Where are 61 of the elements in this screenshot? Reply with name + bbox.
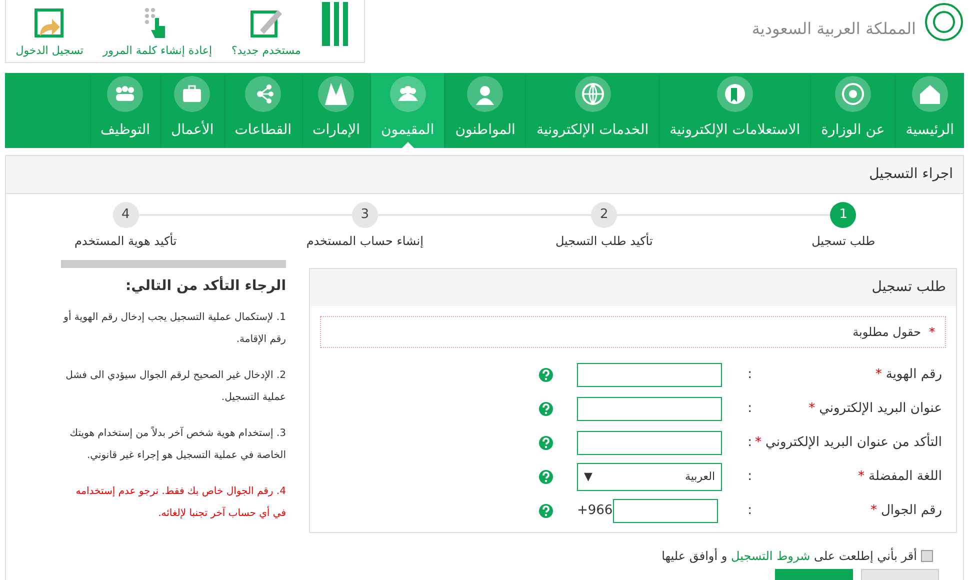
required-mark: * [754, 435, 762, 450]
input-field[interactable] [577, 397, 722, 421]
step-number: 4 [112, 202, 139, 228]
notes-title: الرجاء التأكد من التالي: [124, 276, 286, 296]
nav-item[interactable]: المواطنون [444, 73, 526, 148]
checkbox[interactable] [921, 550, 933, 562]
required-mark: * [870, 503, 877, 518]
field-label: التأكد من عنوان البريد الإلكتروني [765, 435, 942, 450]
form-title: طلب تسجيل [310, 269, 956, 306]
terms-link[interactable]: شروط التسجيل [730, 549, 810, 563]
note-text: 3. إستخدام هوية شخص آخر بدلاً من إستخدام هويتك الخاصة في عملية التسجيل هو إجراء غير قانوني. [68, 425, 286, 463]
panel-title: اجراء التسجيل [6, 156, 963, 194]
required-note: حقول مطلوبة [852, 325, 921, 339]
quick-link[interactable]: إعادة إنشاء كلمة المرور [102, 0, 212, 60]
colon: : [748, 503, 752, 518]
logo-subtitle: المملكة العربية السعودية [752, 18, 916, 40]
required-mark: * [929, 325, 935, 339]
phone-field[interactable] [612, 499, 718, 523]
quick-link[interactable]: تسجيل الدخول [16, 0, 84, 60]
quick-link[interactable]: مستخدم جديد؟ [231, 0, 301, 60]
language-select[interactable]: العربية ▼ [577, 463, 722, 491]
step-number: 1 [830, 202, 856, 228]
input-field[interactable] [577, 363, 722, 387]
field-label: عنوان البريد الإلكتروني [819, 401, 942, 416]
nav-item[interactable]: الرئيسية [894, 73, 964, 148]
nav-item[interactable]: القطاعات [224, 73, 302, 148]
help-icon[interactable] [539, 368, 553, 382]
colon: : [748, 435, 752, 450]
help-icon[interactable] [539, 470, 553, 484]
nav-item[interactable]: الأعمال [160, 73, 224, 148]
country-code: +966 [577, 502, 613, 520]
note-text: 1. لإستكمال عملية التسجيل يجب إدخال رقم الهوية أو رقم الإقامة. [62, 309, 286, 347]
help-icon[interactable] [539, 402, 553, 416]
step-label: تأكيد هوية المستخدم [74, 232, 177, 250]
step-number: 2 [591, 202, 618, 228]
colon: : [748, 401, 752, 416]
help-icon[interactable] [539, 504, 553, 518]
nav-item[interactable]: المقيمون [370, 73, 444, 148]
note-text: 4. رقم الجوال خاص بك فقط. نرجو عدم إستخدامه في أي حساب آخر تجنبا لإلغائه. [74, 485, 286, 521]
step-label: إنشاء حساب المستخدم [306, 233, 424, 250]
required-mark: * [808, 401, 816, 416]
field-label: رقم الهوية [886, 367, 942, 382]
nav-item[interactable]: الإمارات [302, 73, 370, 148]
nav-item[interactable]: الاستعلامات الإلكترونية [658, 73, 810, 148]
step-label: تأكيد طلب التسجيل [555, 232, 653, 250]
field-label: اللغة المفضلة [868, 469, 942, 484]
required-mark: * [875, 367, 882, 382]
step-number: 3 [352, 202, 378, 228]
field-label: رقم الجوال [880, 503, 942, 518]
colon: : [748, 367, 752, 382]
nav-item[interactable]: التوظيف [90, 73, 160, 148]
nav-item[interactable]: عن الوزارة [810, 73, 895, 148]
help-icon[interactable] [539, 436, 553, 450]
note-text: 2. الإدخال غير الصحيح لرقم الجوال سيؤدي الى فشل عملية التسجيل. [64, 369, 286, 405]
colon: : [748, 469, 752, 484]
input-field[interactable] [577, 431, 722, 455]
step-label: طلب تسجيل [812, 233, 876, 250]
active-caret [402, 142, 414, 148]
agreement-text: أقر بأني إطلعت على شروط التسجيل و أوافق عليها [662, 547, 917, 565]
nav-item[interactable]: الخدمات الإلكترونية [525, 73, 659, 148]
required-mark: * [858, 469, 865, 484]
